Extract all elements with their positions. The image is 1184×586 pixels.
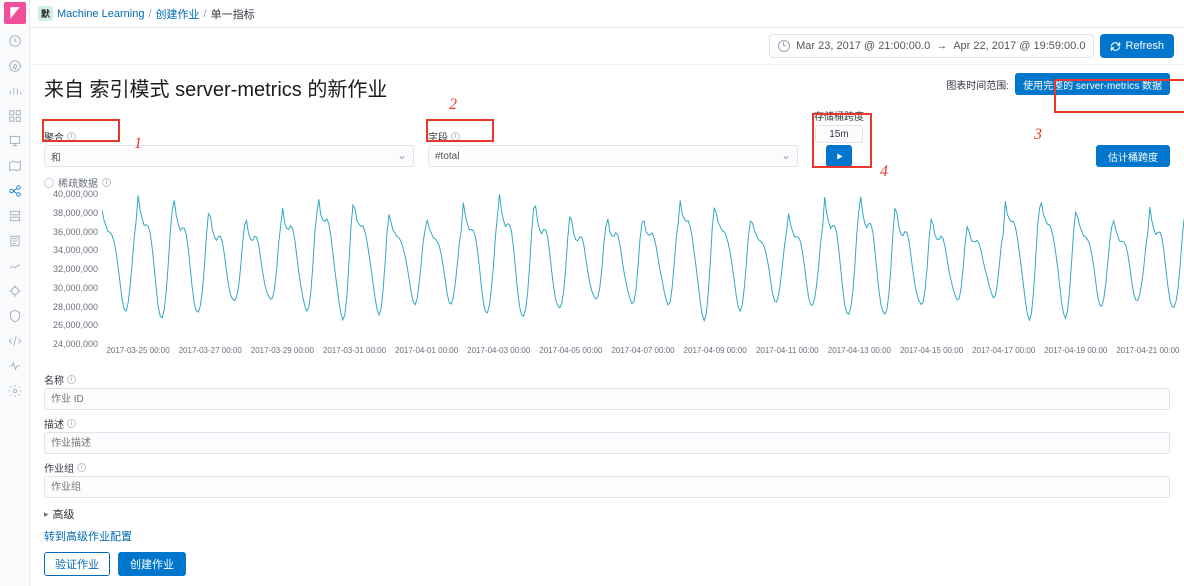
- y-tick: 30,000,000: [53, 283, 98, 293]
- x-tick: 2017-04-11 00:00: [756, 346, 819, 355]
- agg-label: 聚合i: [44, 129, 414, 144]
- time-picker[interactable]: Mar 23, 2017 @ 21:00:00.0 → Apr 22, 2017…: [769, 34, 1094, 58]
- chevron-right-icon: ▸: [44, 509, 49, 520]
- monitoring-icon[interactable]: [0, 353, 30, 378]
- x-tick: 2017-04-01 00:00: [395, 346, 458, 355]
- breadcrumb-item: 单一指标: [211, 6, 255, 22]
- goto-advanced-link[interactable]: 转到高级作业配置: [44, 528, 1170, 544]
- x-tick: 2017-04-21 00:00: [1116, 346, 1179, 355]
- infra-icon[interactable]: [0, 203, 30, 228]
- y-tick: 34,000,000: [53, 245, 98, 255]
- play-button[interactable]: [826, 145, 852, 167]
- sparse-label: 稀疏数据: [58, 175, 98, 190]
- siem-icon[interactable]: [0, 303, 30, 328]
- x-tick: 2017-04-09 00:00: [684, 346, 747, 355]
- refresh-button[interactable]: Refresh: [1100, 34, 1174, 58]
- job-id-input[interactable]: [44, 388, 1170, 410]
- desc-label: 描述i: [44, 416, 1170, 431]
- name-label: 名称i: [44, 372, 1170, 387]
- breadcrumb-item[interactable]: 创建作业: [156, 6, 200, 22]
- info-icon[interactable]: i: [67, 132, 76, 141]
- span-label: 存储桶跨度: [814, 108, 864, 123]
- field-select[interactable]: #total: [428, 145, 798, 167]
- group-label: 作业组i: [44, 460, 1170, 475]
- y-tick: 36,000,000: [53, 227, 98, 237]
- devtools-icon[interactable]: [0, 328, 30, 353]
- y-tick: 28,000,000: [53, 302, 98, 312]
- chart: 24,000,000 26,000,000 28,000,000 30,000,000…: [44, 194, 1170, 366]
- kibana-logo-icon[interactable]: [4, 2, 26, 24]
- x-tick: 2017-03-29 00:00: [251, 346, 314, 355]
- job-desc-input[interactable]: [44, 432, 1170, 454]
- validate-button[interactable]: 验证作业: [44, 552, 110, 576]
- uptime-icon[interactable]: [0, 278, 30, 303]
- x-tick: 2017-04-03 00:00: [467, 346, 530, 355]
- ml-icon[interactable]: [0, 178, 30, 203]
- use-full-data-button[interactable]: 使用完整的 server-metrics 数据: [1015, 73, 1170, 95]
- x-tick: 2017-04-19 00:00: [1044, 346, 1107, 355]
- x-tick: 2017-03-27 00:00: [179, 346, 242, 355]
- info-icon[interactable]: i: [77, 463, 86, 472]
- clock-icon: [778, 40, 790, 52]
- info-icon[interactable]: i: [67, 375, 76, 384]
- toolbar: Mar 23, 2017 @ 21:00:00.0 → Apr 22, 2017…: [30, 28, 1184, 65]
- arrow-icon: →: [936, 40, 947, 52]
- logs-icon[interactable]: [0, 228, 30, 253]
- x-tick: 2017-03-25 00:00: [106, 346, 169, 355]
- sparse-data-radio[interactable]: [44, 178, 54, 188]
- info-icon[interactable]: i: [67, 419, 76, 428]
- workspace-badge: 默: [38, 6, 53, 21]
- x-tick: 2017-03-31 00:00: [323, 346, 386, 355]
- bucket-span-input[interactable]: 15m: [815, 125, 863, 143]
- time-end: Apr 22, 2017 @ 19:59:00.0: [953, 40, 1085, 52]
- estimate-span-button[interactable]: 估计桶跨度: [1096, 145, 1170, 167]
- breadcrumb: 默 Machine Learning / 创建作业 / 单一指标: [30, 0, 1184, 28]
- x-tick: 2017-04-15 00:00: [900, 346, 963, 355]
- info-icon[interactable]: i: [102, 178, 111, 187]
- time-start: Mar 23, 2017 @ 21:00:00.0: [796, 40, 930, 52]
- dashboard-icon[interactable]: [0, 103, 30, 128]
- apm-icon[interactable]: [0, 253, 30, 278]
- advanced-expander[interactable]: ▸ 高级: [44, 506, 1170, 522]
- job-group-input[interactable]: [44, 476, 1170, 498]
- visualize-icon[interactable]: [0, 78, 30, 103]
- chart-range-label: 图表时间范围:: [946, 77, 1009, 92]
- x-tick: 2017-04-13 00:00: [828, 346, 891, 355]
- y-tick: 26,000,000: [53, 320, 98, 330]
- canvas-icon[interactable]: [0, 128, 30, 153]
- breadcrumb-item[interactable]: Machine Learning: [57, 8, 144, 20]
- x-tick: 2017-04-05 00:00: [539, 346, 602, 355]
- clock-icon[interactable]: [0, 28, 30, 53]
- y-tick: 32,000,000: [53, 264, 98, 274]
- create-button[interactable]: 创建作业: [118, 552, 186, 576]
- y-tick: 40,000,000: [53, 189, 98, 199]
- field-label: 字段i: [428, 129, 798, 144]
- management-icon[interactable]: [0, 378, 30, 403]
- x-tick: 2017-04-07 00:00: [611, 346, 674, 355]
- y-tick: 38,000,000: [53, 208, 98, 218]
- y-tick: 24,000,000: [53, 339, 98, 349]
- page-title: 来自 索引模式 server-metrics 的新作业: [44, 73, 387, 102]
- discover-icon[interactable]: [0, 53, 30, 78]
- agg-select[interactable]: 和: [44, 145, 414, 167]
- maps-icon[interactable]: [0, 153, 30, 178]
- sidebar: [0, 0, 30, 586]
- x-tick: 2017-04-17 00:00: [972, 346, 1035, 355]
- info-icon[interactable]: i: [451, 132, 460, 141]
